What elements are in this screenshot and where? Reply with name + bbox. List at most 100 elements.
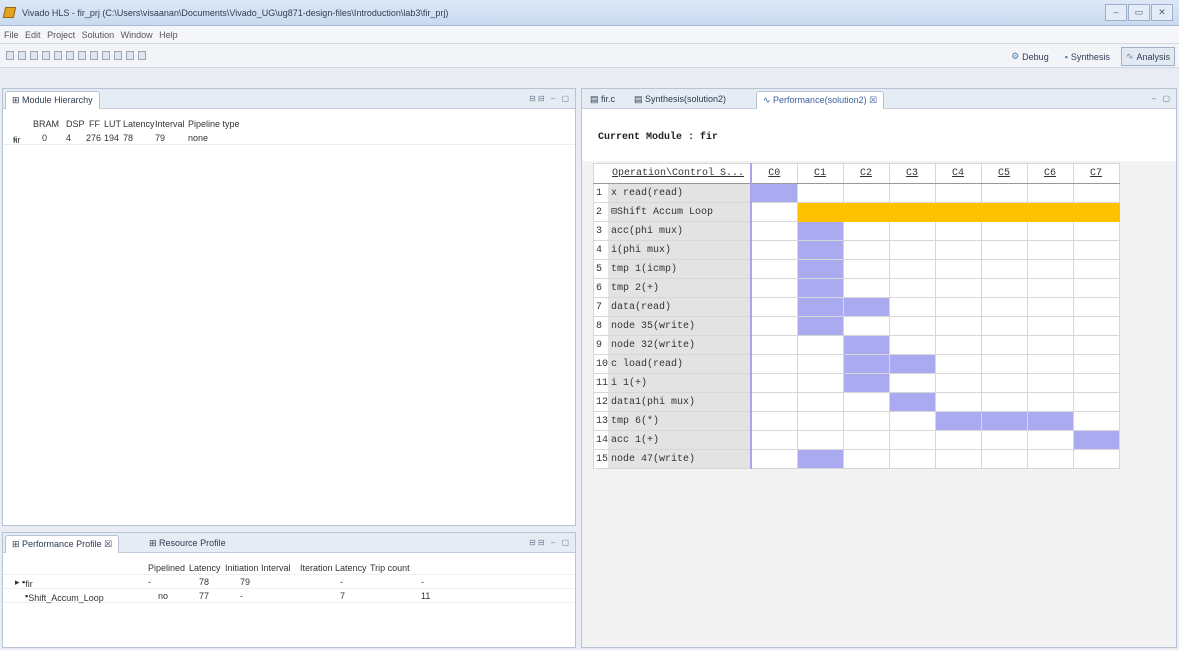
col-latency[interactable]: Latency bbox=[189, 563, 221, 573]
loop-span-cell[interactable] bbox=[842, 202, 890, 222]
scheduled-op-cell[interactable] bbox=[1072, 430, 1120, 450]
tab-resource-profile[interactable]: ⊞ Resource Profile bbox=[143, 535, 232, 553]
operation-label[interactable]: data1(phi mux) bbox=[608, 392, 753, 412]
operation-label[interactable]: acc 1(+) bbox=[608, 430, 753, 450]
copy-icon[interactable] bbox=[42, 51, 50, 60]
schedule-row[interactable]: 8 node 35(write) bbox=[593, 316, 1120, 336]
schedule-row[interactable]: 7 data(read) bbox=[593, 297, 1120, 317]
schedule-row[interactable]: 13 tmp 6(*) bbox=[593, 411, 1120, 431]
tab-module-hierarchy[interactable]: ⊞ Module Hierarchy bbox=[5, 91, 100, 109]
schedule-row[interactable]: 9 node 32(write) bbox=[593, 335, 1120, 355]
loop-span-cell[interactable] bbox=[980, 202, 1028, 222]
schedule-row[interactable]: 1 x read(read) bbox=[593, 183, 1120, 203]
col-ff[interactable]: FF bbox=[89, 119, 100, 129]
header-cycle-c5[interactable]: C5 bbox=[980, 163, 1028, 184]
scheduled-op-cell[interactable] bbox=[750, 183, 798, 203]
operation-label[interactable]: node 35(write) bbox=[608, 316, 753, 336]
close-button[interactable]: ✕ bbox=[1151, 4, 1173, 21]
scheduled-op-cell[interactable] bbox=[796, 449, 844, 469]
operation-label[interactable]: x read(read) bbox=[608, 183, 753, 203]
maximize-button[interactable]: ▭ bbox=[1128, 4, 1150, 21]
schedule-row[interactable]: 10 c load(read) bbox=[593, 354, 1120, 374]
save-icon[interactable] bbox=[30, 51, 38, 60]
schedule-row[interactable]: 3 acc(phi mux) bbox=[593, 221, 1120, 241]
export-rtl-icon[interactable] bbox=[126, 51, 134, 60]
schedule-row[interactable]: 11 i 1(+) bbox=[593, 373, 1120, 393]
scheduled-op-cell[interactable] bbox=[796, 240, 844, 260]
operation-label[interactable]: c load(read) bbox=[608, 354, 753, 374]
scheduled-op-cell[interactable] bbox=[796, 316, 844, 336]
loop-span-cell[interactable] bbox=[1072, 202, 1120, 222]
menu-project[interactable]: Project bbox=[47, 30, 75, 40]
operation-label[interactable]: tmp 6(*) bbox=[608, 411, 753, 431]
loop-span-cell[interactable] bbox=[796, 202, 844, 222]
scheduled-op-cell[interactable] bbox=[842, 373, 890, 393]
operation-label[interactable]: node 47(write) bbox=[608, 449, 753, 469]
tree-node-shift-accum-loop[interactable]: ▪ Shift_Accum_Loop bbox=[25, 591, 104, 603]
new-icon[interactable] bbox=[6, 51, 14, 60]
table-row[interactable]: ▪ Shift_Accum_Loop no 77 - 7 11 bbox=[3, 589, 575, 603]
header-cycle-c7[interactable]: C7 bbox=[1072, 163, 1120, 184]
perspective-analysis[interactable]: ∿ Analysis bbox=[1120, 47, 1175, 66]
schedule-row[interactable]: 6 tmp 2(+) bbox=[593, 278, 1120, 298]
col-pipelined[interactable]: Pipelined bbox=[148, 563, 185, 573]
menu-solution[interactable]: Solution bbox=[82, 30, 115, 40]
scheduled-op-cell[interactable] bbox=[796, 221, 844, 241]
perspective-synthesis[interactable]: ▪ Synthesis bbox=[1060, 48, 1115, 66]
scheduled-op-cell[interactable] bbox=[796, 278, 844, 298]
minimize-button[interactable]: – bbox=[1105, 4, 1127, 21]
scheduled-op-cell[interactable] bbox=[980, 411, 1028, 431]
operation-label[interactable]: i(phi mux) bbox=[608, 240, 753, 260]
header-cycle-c3[interactable]: C3 bbox=[888, 163, 936, 184]
operation-label[interactable]: node 32(write) bbox=[608, 335, 753, 355]
menu-file[interactable]: File bbox=[4, 30, 19, 40]
scheduled-op-cell[interactable] bbox=[1026, 411, 1074, 431]
header-operation[interactable]: Operation\Control S... bbox=[608, 163, 753, 184]
col-iteration-latency[interactable]: Iteration Latency bbox=[300, 563, 367, 573]
operation-label[interactable]: tmp 2(+) bbox=[608, 278, 753, 298]
header-cycle-c6[interactable]: C6 bbox=[1026, 163, 1074, 184]
menu-window[interactable]: Window bbox=[121, 30, 153, 40]
operation-label[interactable]: acc(phi mux) bbox=[608, 221, 753, 241]
menu-help[interactable]: Help bbox=[159, 30, 178, 40]
col-bram[interactable]: BRAM bbox=[33, 119, 59, 129]
editor-panel-controls[interactable]: ‒ ▢ bbox=[1152, 94, 1172, 103]
col-lut[interactable]: LUT bbox=[104, 119, 121, 129]
table-row[interactable]: ▪ fir 0 4 276 194 78 79 none bbox=[3, 131, 575, 145]
run-cosim-icon[interactable] bbox=[102, 51, 110, 60]
header-cycle-c0[interactable]: C0 bbox=[750, 163, 798, 184]
header-cycle-c4[interactable]: C4 bbox=[934, 163, 982, 184]
loop-span-cell[interactable] bbox=[888, 202, 936, 222]
scheduled-op-cell[interactable] bbox=[796, 259, 844, 279]
loop-span-cell[interactable] bbox=[1026, 202, 1074, 222]
run-synthesis-icon[interactable] bbox=[90, 51, 98, 60]
debug-icon[interactable] bbox=[138, 51, 146, 60]
schedule-row[interactable]: 15 node 47(write) bbox=[593, 449, 1120, 469]
operation-label[interactable]: tmp 1(icmp) bbox=[608, 259, 753, 279]
scheduled-op-cell[interactable] bbox=[888, 354, 936, 374]
schedule-row[interactable]: 12 data1(phi mux) bbox=[593, 392, 1120, 412]
open-icon[interactable] bbox=[18, 51, 26, 60]
col-trip-count[interactable]: Trip count bbox=[370, 563, 410, 573]
paste-icon[interactable] bbox=[54, 51, 62, 60]
tab-performance-solution2[interactable]: ∿ Performance(solution2) ☒ bbox=[756, 91, 885, 109]
table-row[interactable]: ▸ ▪ fir - 78 79 - - bbox=[3, 575, 575, 589]
settings-icon[interactable] bbox=[66, 51, 74, 60]
schedule-row[interactable]: 14 acc 1(+) bbox=[593, 430, 1120, 450]
operation-label[interactable]: ⊟Shift Accum Loop bbox=[608, 202, 753, 222]
panel-controls[interactable]: ⊟⊟ ‒ ▢ bbox=[529, 94, 571, 103]
run-c-simulation-icon[interactable] bbox=[78, 51, 86, 60]
scheduled-op-cell[interactable] bbox=[842, 354, 890, 374]
scheduled-op-cell[interactable] bbox=[796, 297, 844, 317]
operation-label[interactable]: i 1(+) bbox=[608, 373, 753, 393]
schedule-row[interactable]: 5 tmp 1(icmp) bbox=[593, 259, 1120, 279]
perspective-debug[interactable]: ⚙ Debug bbox=[1006, 47, 1054, 66]
schedule-row[interactable]: 2 ⊟Shift Accum Loop bbox=[593, 202, 1120, 222]
tab-synthesis-solution2[interactable]: ▤ Synthesis(solution2) bbox=[628, 91, 732, 109]
operation-label[interactable]: data(read) bbox=[608, 297, 753, 317]
menu-edit[interactable]: Edit bbox=[25, 30, 41, 40]
tree-node-fir[interactable]: ▸ ▪ fir bbox=[15, 577, 33, 589]
compare-reports-icon[interactable] bbox=[114, 51, 122, 60]
scheduled-op-cell[interactable] bbox=[934, 411, 982, 431]
profile-panel-controls[interactable]: ⊟⊟ ‒ ▢ bbox=[529, 538, 571, 547]
